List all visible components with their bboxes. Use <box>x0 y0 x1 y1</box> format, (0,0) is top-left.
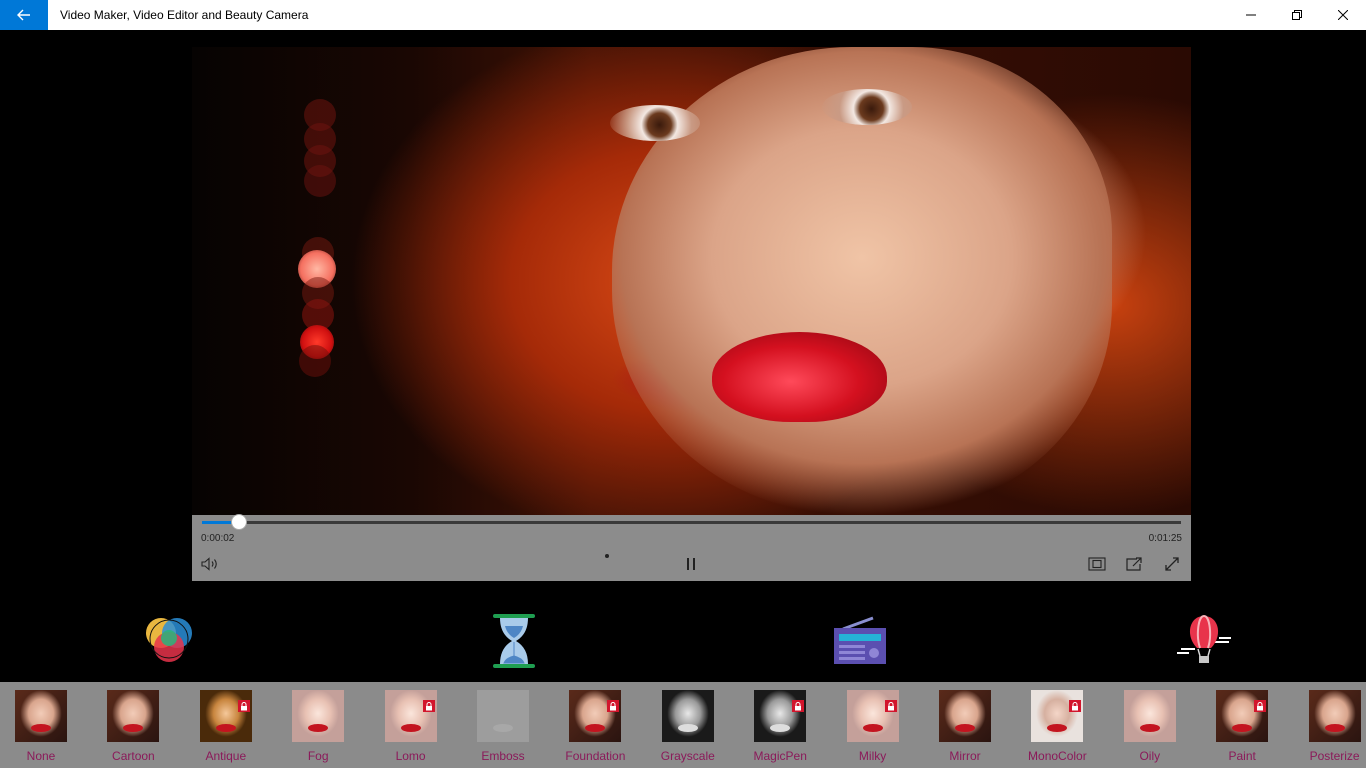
filter-label: Foundation <box>565 749 626 763</box>
filter-item[interactable]: Cartoon <box>88 690 178 764</box>
color-filter-button[interactable] <box>139 610 199 672</box>
total-time: 0:01:25 <box>1148 533 1182 544</box>
cast-button[interactable] <box>1123 553 1145 575</box>
music-button[interactable] <box>830 610 890 672</box>
bokeh-light <box>299 345 331 377</box>
fullscreen-icon <box>1165 557 1179 571</box>
current-time: 0:00:02 <box>201 533 235 544</box>
aspect-ratio-button[interactable] <box>1086 553 1108 575</box>
filter-thumbnail <box>1216 690 1269 742</box>
volume-icon <box>201 557 217 571</box>
lock-icon <box>792 700 805 712</box>
filter-label: Posterize <box>1309 749 1360 763</box>
pause-icon <box>687 558 695 570</box>
filter-item[interactable]: Oily <box>1105 690 1195 764</box>
volume-button[interactable] <box>199 553 221 575</box>
window-title: Video Maker, Video Editor and Beauty Cam… <box>60 8 309 22</box>
minimize-icon <box>1246 14 1256 16</box>
scrub-dot <box>596 545 618 567</box>
filter-thumbnail <box>384 690 437 742</box>
filter-label: MonoColor <box>1028 749 1087 763</box>
filter-item[interactable]: Lomo <box>366 690 456 764</box>
filter-thumbnail <box>1308 690 1361 742</box>
filter-item[interactable]: Grayscale <box>643 690 733 764</box>
radio-icon <box>834 616 886 664</box>
filter-thumbnail <box>292 690 345 742</box>
filter-item[interactable]: Milky <box>828 690 918 764</box>
lock-icon <box>237 700 250 712</box>
filter-item[interactable]: Antique <box>181 690 271 764</box>
left-eye <box>610 105 700 141</box>
filter-item[interactable]: MagicPen <box>735 690 825 764</box>
filter-item[interactable]: Foundation <box>550 690 640 764</box>
filter-label: None <box>26 749 56 763</box>
restore-icon <box>1292 10 1302 20</box>
filter-thumbnail <box>661 690 714 742</box>
lock-icon <box>607 700 620 712</box>
filter-label: Fog <box>307 749 329 763</box>
filter-thumbnail <box>846 690 899 742</box>
back-arrow-icon <box>17 9 30 21</box>
seek-bar[interactable] <box>202 514 1181 530</box>
filter-thumbnail <box>477 690 529 742</box>
fullscreen-button[interactable] <box>1161 553 1183 575</box>
filter-thumbnail <box>15 690 67 742</box>
filter-item[interactable]: Emboss <box>458 690 548 764</box>
player-controls: 0:00:02 0:01:25 <box>192 514 1191 581</box>
filter-thumbnail <box>199 690 252 742</box>
filter-item[interactable]: None <box>0 690 86 764</box>
filter-label: Mirror <box>949 749 981 763</box>
filter-label: Grayscale <box>660 749 715 763</box>
pause-button[interactable] <box>680 553 702 575</box>
cast-icon <box>1126 557 1142 571</box>
filter-label: Paint <box>1228 749 1256 763</box>
lock-icon <box>422 700 435 712</box>
filter-item[interactable]: Mirror <box>920 690 1010 764</box>
portrait-lips <box>712 332 887 422</box>
filter-item[interactable]: MonoColor <box>1012 690 1102 764</box>
window-controls <box>1228 0 1366 30</box>
filter-label: Milky <box>858 749 887 763</box>
bokeh-light <box>304 165 336 197</box>
filter-thumbnail <box>754 690 807 742</box>
duration-button[interactable] <box>484 610 544 672</box>
filter-item[interactable]: Fog <box>273 690 363 764</box>
lock-icon <box>1254 700 1267 712</box>
back-button[interactable] <box>0 0 48 30</box>
video-preview[interactable] <box>192 47 1191 515</box>
filter-label: Antique <box>205 749 247 763</box>
filter-item[interactable]: Paint <box>1197 690 1287 764</box>
close-button[interactable] <box>1320 0 1366 30</box>
title-bar: Video Maker, Video Editor and Beauty Cam… <box>0 0 1366 30</box>
sticker-button[interactable] <box>1174 610 1234 672</box>
hot-air-balloon-icon <box>1177 615 1231 663</box>
right-eye <box>822 89 912 125</box>
filter-label: Cartoon <box>112 749 155 763</box>
hourglass-icon <box>493 614 535 668</box>
lock-icon <box>884 700 897 712</box>
restore-button[interactable] <box>1274 0 1320 30</box>
filter-thumbnail <box>569 690 622 742</box>
filter-label: MagicPen <box>753 749 807 763</box>
aspect-ratio-icon <box>1088 557 1106 571</box>
filter-strip: None Cartoon Antique Fog Lomo Emboss Foundatio… <box>0 682 1366 768</box>
filter-thumbnail <box>939 690 991 742</box>
filter-label: Lomo <box>395 749 426 763</box>
filter-label: Oily <box>1139 749 1161 763</box>
lock-icon <box>1069 700 1082 712</box>
minimize-button[interactable] <box>1228 0 1274 30</box>
seek-thumb[interactable] <box>231 514 247 530</box>
filter-label: Emboss <box>481 749 525 763</box>
close-icon <box>1338 10 1348 20</box>
filter-item[interactable]: Posterize <box>1290 690 1366 764</box>
color-filter-icon <box>146 618 192 662</box>
filter-thumbnail <box>107 690 160 742</box>
filter-thumbnail <box>1123 690 1176 742</box>
filter-thumbnail <box>1031 690 1084 742</box>
